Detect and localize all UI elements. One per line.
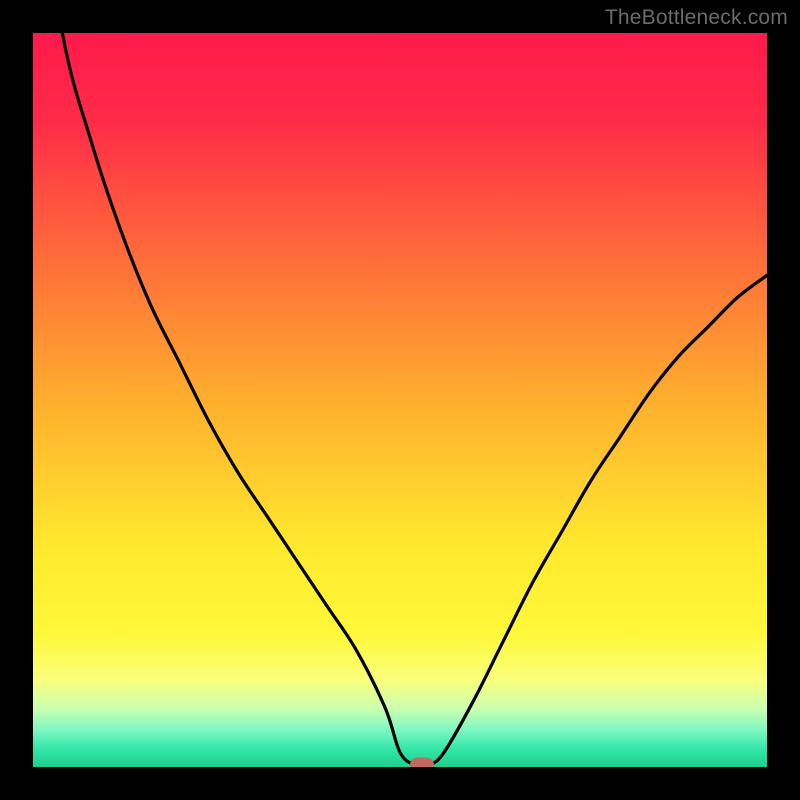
- optimal-point-marker: [410, 757, 434, 767]
- plot-area: [33, 33, 767, 767]
- chart-frame: TheBottleneck.com: [0, 0, 800, 800]
- bottleneck-curve: [33, 33, 767, 766]
- curve-layer: [33, 33, 767, 767]
- watermark-text: TheBottleneck.com: [605, 6, 788, 30]
